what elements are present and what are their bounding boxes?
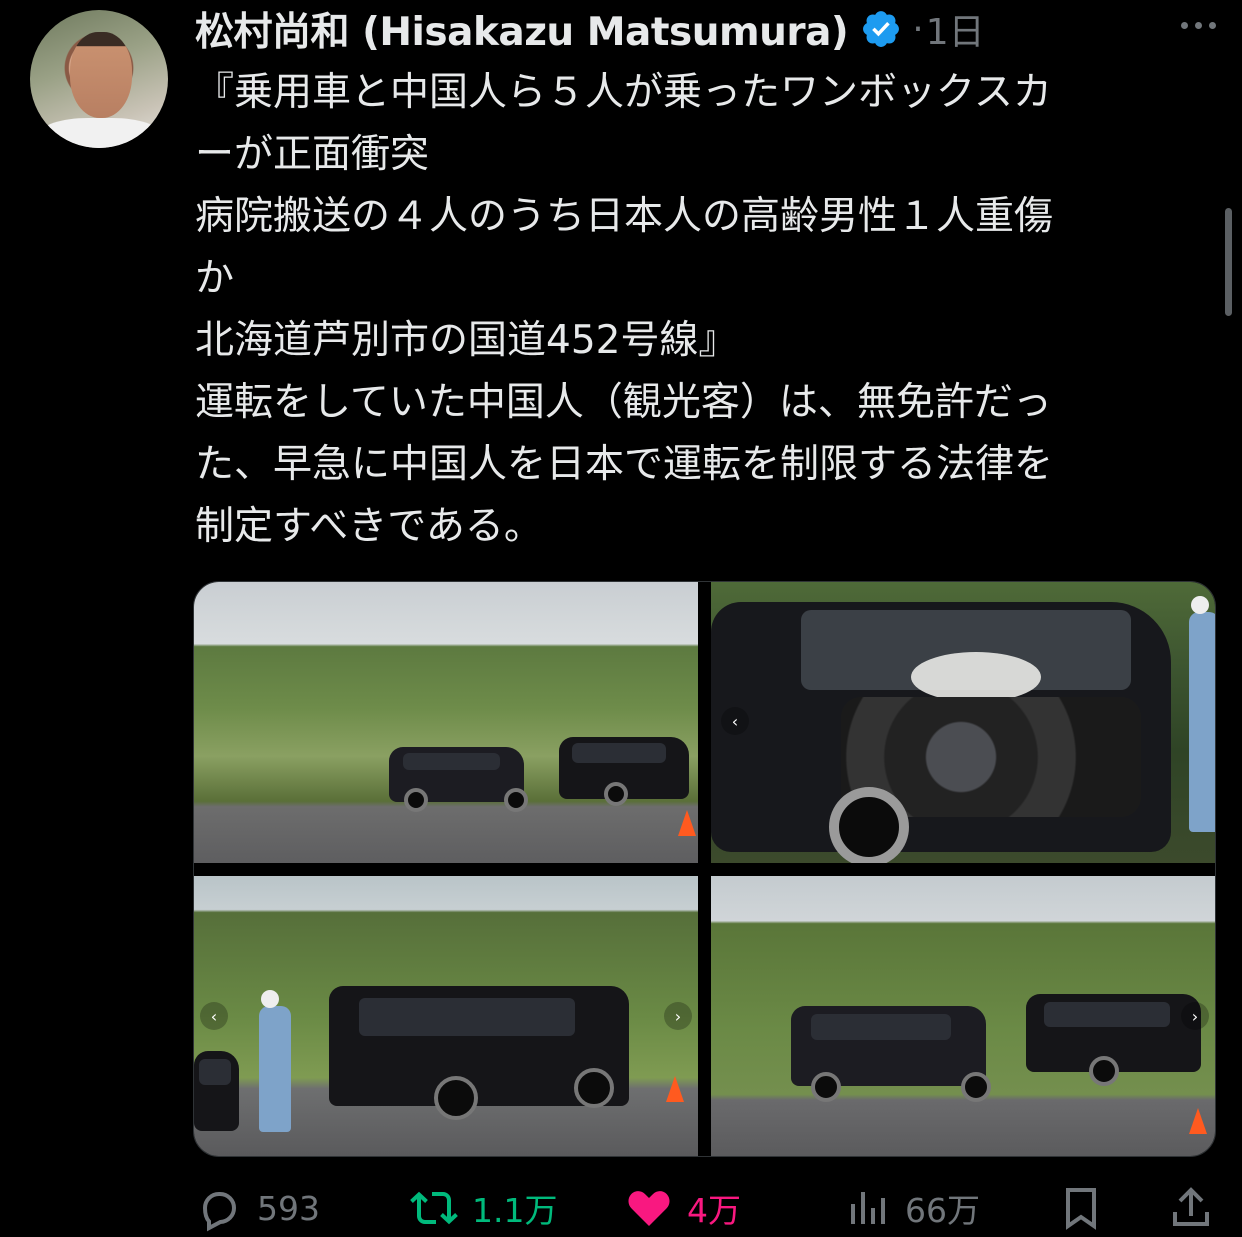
retweet-icon bbox=[410, 1191, 458, 1225]
wheel-image bbox=[504, 788, 528, 812]
traffic-cone-image bbox=[666, 1076, 684, 1102]
wheel-image bbox=[574, 1068, 614, 1108]
reply-count: 593 bbox=[257, 1188, 320, 1228]
wheel-image bbox=[604, 782, 628, 806]
header-separator: · bbox=[912, 8, 924, 50]
wheel-image bbox=[1089, 1056, 1119, 1086]
views-count: 66万 bbox=[905, 1191, 980, 1230]
officer-image bbox=[1189, 596, 1215, 832]
officer-image bbox=[259, 990, 291, 1132]
traffic-cone-image bbox=[678, 810, 696, 836]
wheel-image bbox=[811, 1072, 841, 1102]
share-icon bbox=[1173, 1187, 1209, 1226]
post-time[interactable]: 1日 bbox=[926, 3, 985, 55]
car-image bbox=[194, 1051, 239, 1131]
retweet-count: 1.1万 bbox=[472, 1191, 558, 1230]
photo-3[interactable]: ‹ › bbox=[194, 876, 698, 1156]
views-icon bbox=[851, 1192, 885, 1224]
chevron-left-icon[interactable]: ‹ bbox=[721, 707, 749, 735]
reply-icon bbox=[202, 1192, 237, 1232]
wheel-image bbox=[404, 788, 428, 812]
media-grid: ‹ ‹ › › bbox=[193, 581, 1216, 1157]
action-bar: 593 1.1万 4万 66万 bbox=[195, 1180, 1215, 1236]
chevron-right-icon[interactable]: › bbox=[1181, 1002, 1209, 1030]
like-icon bbox=[628, 1191, 670, 1226]
author-name[interactable]: 松村尚和 (Hisakazu Matsumura) bbox=[195, 1, 849, 57]
bookmark-button[interactable] bbox=[1057, 1180, 1105, 1236]
chevron-left-icon[interactable]: ‹ bbox=[200, 1002, 228, 1030]
retweet-button[interactable]: 1.1万 bbox=[410, 1180, 557, 1236]
chevron-right-icon[interactable]: › bbox=[664, 1002, 692, 1030]
traffic-cone-image bbox=[1189, 1108, 1207, 1134]
tweet-header: 松村尚和 (Hisakazu Matsumura) · 1日 bbox=[195, 1, 985, 57]
photo-4[interactable]: › bbox=[711, 876, 1215, 1156]
avatar-shirt bbox=[40, 118, 160, 148]
more-icon[interactable] bbox=[1181, 22, 1216, 29]
photo-2[interactable]: ‹ bbox=[711, 582, 1215, 863]
photo-1[interactable] bbox=[194, 582, 698, 863]
like-button[interactable]: 4万 bbox=[625, 1180, 741, 1236]
reply-button[interactable]: 593 bbox=[195, 1180, 320, 1236]
verified-badge-icon bbox=[863, 11, 900, 47]
damaged-van-image bbox=[711, 602, 1171, 852]
bookmark-icon bbox=[1066, 1188, 1096, 1230]
wheel-image bbox=[434, 1076, 478, 1120]
tweet-text: 『乗用車と中国人ら５人が乗ったワンボックスカ ーが正面衝突 病院搬送の４人のうち… bbox=[195, 70, 1054, 549]
scrollbar[interactable] bbox=[1225, 208, 1232, 316]
avatar[interactable] bbox=[30, 10, 168, 148]
wheel-image bbox=[829, 787, 909, 863]
like-count: 4万 bbox=[687, 1191, 741, 1230]
share-button[interactable] bbox=[1167, 1180, 1215, 1236]
wheel-image bbox=[961, 1072, 991, 1102]
views-button[interactable]: 66万 bbox=[843, 1180, 980, 1236]
avatar-face bbox=[70, 32, 132, 118]
